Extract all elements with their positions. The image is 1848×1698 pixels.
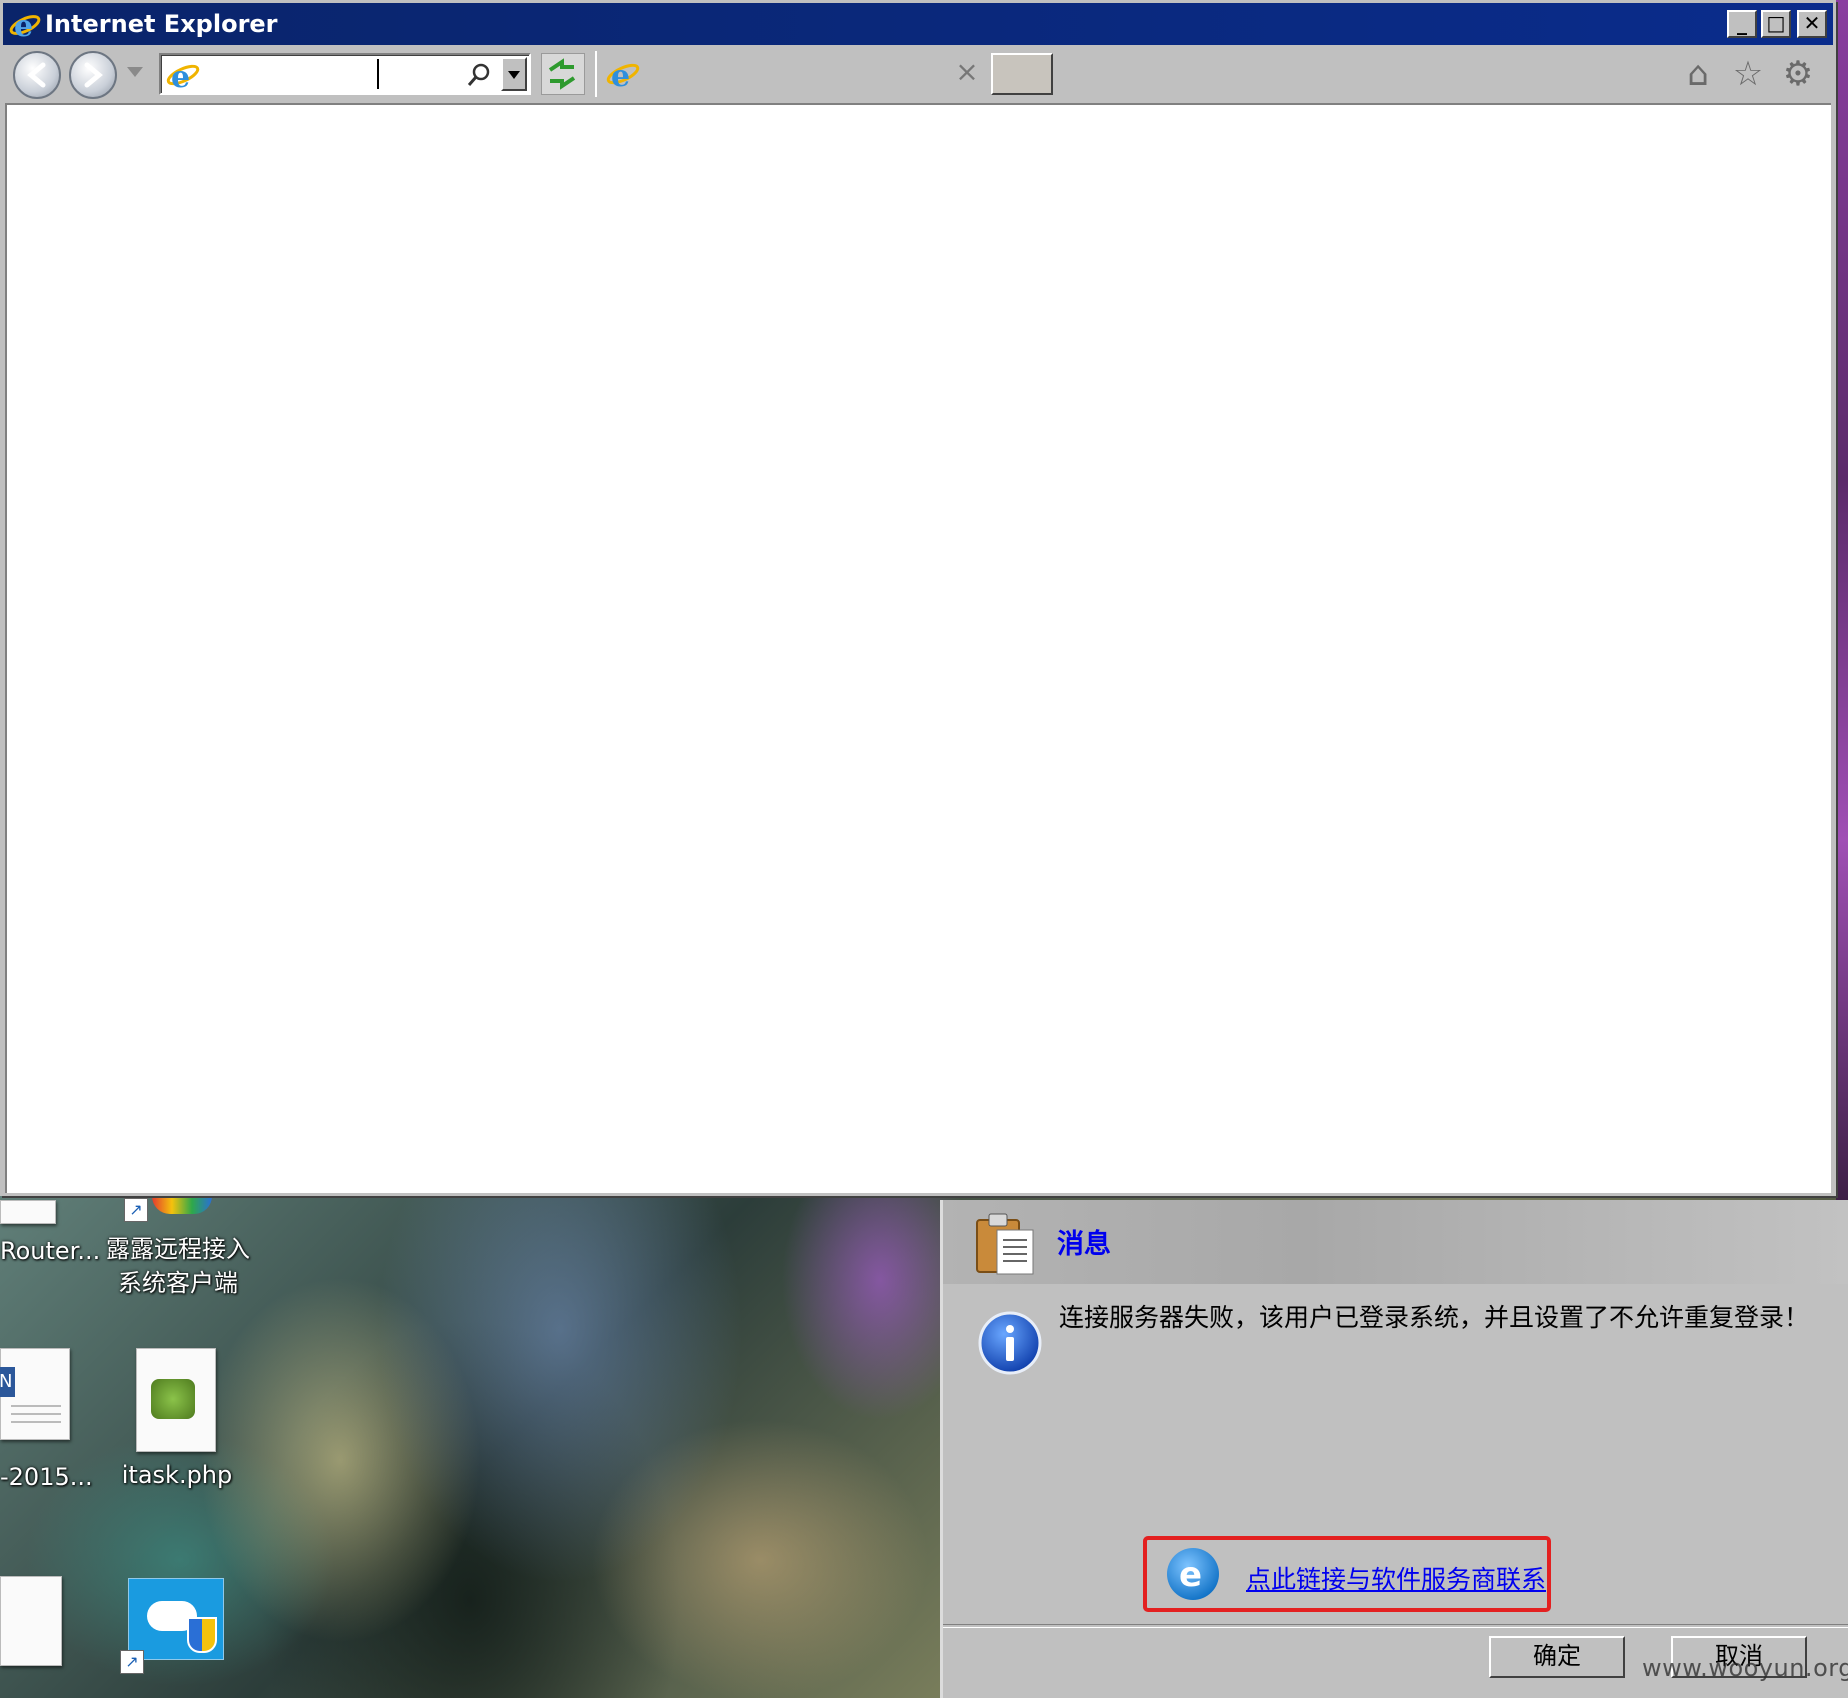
svg-text:e: e: [14, 9, 33, 40]
word-document-icon: N: [0, 1348, 70, 1440]
forward-button[interactable]: [69, 51, 117, 99]
desktop-icon-router[interactable]: Router...: [0, 1200, 101, 1300]
dialog-message: 连接服务器失败，该用户已登录系统，并且设置了不允许重复登录！: [1059, 1303, 1810, 1332]
ie-logo-icon: e: [9, 9, 41, 40]
desktop-icon-remote-client[interactable]: ↗ 露露远程接入系统客户端: [98, 1196, 258, 1306]
router-file-icon: [0, 1200, 56, 1224]
address-input[interactable]: [207, 59, 461, 91]
favorites-star-icon[interactable]: ☆: [1729, 55, 1767, 93]
navigation-toolbar: e e × ⌂ ☆ ⚙: [3, 45, 1833, 103]
svg-text:e: e: [611, 59, 630, 91]
title-bar[interactable]: e Internet Explorer _ □ ✕: [3, 3, 1833, 45]
blank-file-icon: [0, 1576, 62, 1666]
tab-close-icon[interactable]: ×: [953, 57, 981, 87]
address-bar[interactable]: e: [159, 53, 531, 95]
close-button[interactable]: ✕: [1797, 10, 1827, 38]
dialog-header: 消息: [943, 1200, 1848, 1284]
chevron-down-icon: [508, 71, 520, 79]
shortcut-arrow-icon: ↗: [120, 1650, 144, 1674]
svg-text:e: e: [1179, 1555, 1202, 1595]
desktop-icon-label: itask.php: [121, 1461, 233, 1489]
watermark: www.wooyun.org: [1642, 1654, 1848, 1682]
dialog-title: 消息: [1057, 1229, 1111, 1260]
gear-icon[interactable]: ⚙: [1779, 55, 1817, 93]
arrow-left-icon: [27, 62, 46, 88]
new-tab-button[interactable]: [991, 53, 1053, 95]
back-button[interactable]: [13, 51, 61, 99]
ok-button[interactable]: 确定: [1489, 1636, 1625, 1678]
svg-text:e: e: [171, 60, 190, 91]
php-file-icon: [136, 1348, 216, 1452]
window-title: Internet Explorer: [45, 10, 278, 38]
minimize-button[interactable]: _: [1727, 10, 1757, 38]
home-icon[interactable]: ⌂: [1679, 55, 1717, 93]
ie-tab-icon: e: [606, 59, 640, 91]
desktop-icon-label: Router...: [0, 1237, 101, 1265]
cloud-shield-icon: [128, 1578, 224, 1660]
ie-window: e Internet Explorer _ □ ✕ e e × ⌂ ☆ ⚙: [0, 0, 1836, 1196]
refresh-arrows-icon: [548, 58, 576, 90]
browser-tab[interactable]: e ×: [595, 51, 987, 97]
word-badge-icon: N: [0, 1367, 15, 1397]
ie-page-icon: e: [166, 60, 200, 91]
compatibility-refresh-button[interactable]: [541, 53, 585, 95]
desktop-icon-word-doc[interactable]: N -2015...: [0, 1340, 96, 1491]
ie-link-icon: e: [1167, 1548, 1219, 1600]
arrow-right-icon: [84, 62, 103, 88]
search-icon[interactable]: [465, 61, 493, 89]
shortcut-arrow-icon: ↗: [124, 1198, 148, 1222]
text-cursor-icon: [377, 59, 379, 89]
desktop-wallpaper-strip: [1836, 0, 1848, 1200]
desktop-icon-cloud-app[interactable]: ↗: [120, 1566, 240, 1698]
pencil-edit-icon: [151, 1379, 195, 1419]
page-content-area[interactable]: [5, 103, 1831, 1193]
address-dropdown-button[interactable]: [501, 57, 527, 91]
remote-client-icon: [152, 1196, 212, 1214]
desktop-icon-itask-php[interactable]: itask.php: [112, 1340, 242, 1490]
desktop-icon-label: -2015...: [0, 1463, 93, 1491]
desktop-icon-label: 露露远程接入系统客户端: [106, 1235, 250, 1297]
dialog-separator: [943, 1624, 1848, 1628]
message-dialog: 消息 连接服务器失败，该用户已登录系统，并且设置了不允许重复登录！ e 点此链接…: [940, 1200, 1848, 1698]
contact-vendor-link[interactable]: 点此链接与软件服务商联系: [1246, 1560, 1546, 1596]
desktop-icon-blank-file[interactable]: [0, 1570, 64, 1670]
info-icon: [978, 1311, 1042, 1375]
maximize-button[interactable]: □: [1761, 10, 1791, 38]
history-dropdown-icon[interactable]: [127, 67, 143, 77]
clipboard-icon: [976, 1213, 1034, 1275]
